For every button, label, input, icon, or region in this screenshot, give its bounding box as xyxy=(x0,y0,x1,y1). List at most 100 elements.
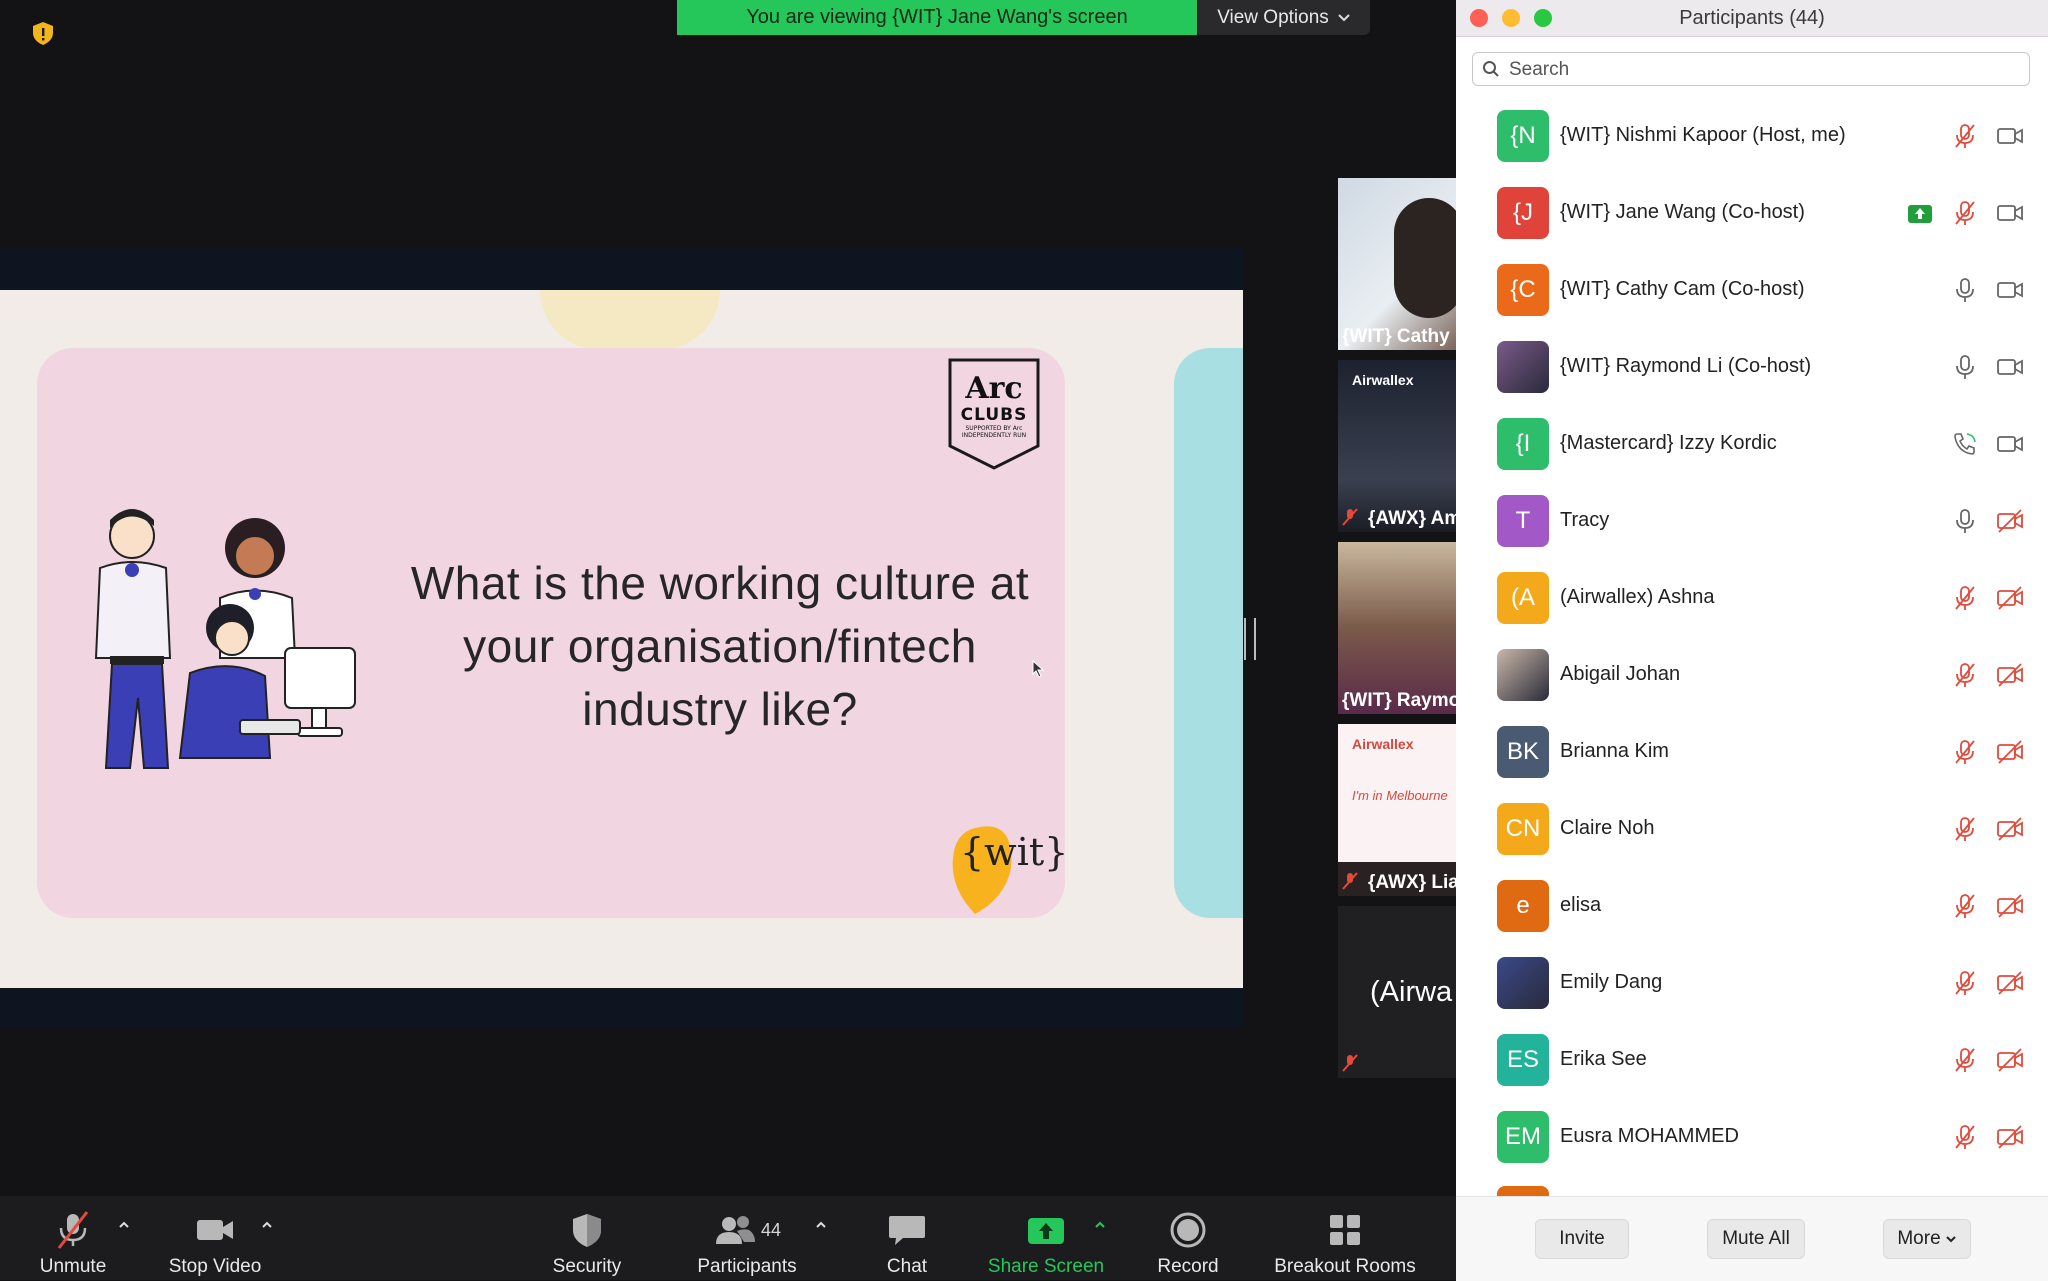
participant-row[interactable]: {C {WIT} Cathy Cam (Co-host) xyxy=(1456,252,2048,329)
microphone-icon[interactable] xyxy=(1951,276,1979,304)
slide-question: What is the working culture at your orga… xyxy=(410,557,1030,735)
participant-row[interactable]: BK Brianna Kim xyxy=(1456,714,2048,791)
mic-muted-icon[interactable] xyxy=(1951,815,1979,843)
mic-muted-icon[interactable] xyxy=(1951,584,1979,612)
participant-row[interactable]: {J {WIT} Jane Wang (Co-host) xyxy=(1456,175,2048,252)
arc-clubs-logo: Arc CLUBS SUPPORTED BY Arc INDEPENDENTLY… xyxy=(948,358,1040,470)
viewing-screen-banner: You are viewing {WIT} Jane Wang's screen xyxy=(677,0,1197,35)
microphone-icon[interactable] xyxy=(1951,353,1979,381)
search-input[interactable] xyxy=(1507,56,2011,84)
participant-row[interactable]: e elisa xyxy=(1456,868,2048,945)
mic-muted-icon xyxy=(1342,508,1358,526)
participants-button[interactable]: 44 Participants xyxy=(690,1196,804,1280)
avatar: {C xyxy=(1497,264,1549,316)
airwallex-logo: Airwallex xyxy=(1352,372,1414,388)
stop-video-button[interactable]: Stop Video xyxy=(160,1196,270,1280)
chevron-down-icon xyxy=(1338,13,1350,21)
participant-row[interactable]: ES Erika See xyxy=(1456,1022,2048,1099)
video-off-icon[interactable] xyxy=(1996,1046,2024,1074)
video-off-icon[interactable] xyxy=(1996,815,2024,843)
participant-name: Emily Dang xyxy=(1560,971,1663,993)
record-button[interactable]: Record xyxy=(1148,1196,1228,1280)
thumbnail-label: {AWX} Am xyxy=(1368,508,1458,529)
video-off-icon[interactable] xyxy=(1996,507,2024,535)
participant-name: Brianna Kim xyxy=(1560,740,1669,762)
participant-name: {WIT} Cathy Cam (Co-host) xyxy=(1560,278,1805,300)
avatar xyxy=(1497,341,1549,393)
video-thumbnail[interactable]: {WIT} Raymo xyxy=(1338,542,1458,714)
participant-row[interactable]: CN Claire Noh xyxy=(1456,791,2048,868)
chevron-up-icon[interactable] xyxy=(814,1218,828,1232)
security-button[interactable]: Security xyxy=(545,1196,629,1280)
participant-row[interactable]: T Tracy xyxy=(1456,483,2048,560)
video-off-icon[interactable] xyxy=(1996,892,2024,920)
avatar xyxy=(1497,957,1549,1009)
chevron-up-icon[interactable] xyxy=(260,1218,274,1232)
splitter-handle[interactable] xyxy=(1244,618,1256,660)
share-screen-label: Share Screen xyxy=(987,1256,1105,1277)
mic-muted-icon[interactable] xyxy=(1951,199,1979,227)
participant-name: Eusra MOHAMMED xyxy=(1560,1125,1739,1147)
unmute-label: Unmute xyxy=(39,1256,107,1277)
shared-slide: What is the working culture at your orga… xyxy=(0,290,1243,988)
chat-button[interactable]: Chat xyxy=(872,1196,942,1280)
view-options-button[interactable]: View Options xyxy=(1198,0,1370,35)
search-box[interactable] xyxy=(1472,52,2030,86)
wit-logo-text: {wit} xyxy=(960,830,1069,874)
participant-row[interactable]: (A (Airwallex) Ashna xyxy=(1456,560,2048,637)
participant-row[interactable]: {I {Mastercard} Izzy Kordic xyxy=(1456,406,2048,483)
mic-muted-icon[interactable] xyxy=(1951,969,1979,997)
participant-row[interactable]: {WIT} Raymond Li (Co-host) xyxy=(1456,329,2048,406)
mic-muted-icon[interactable] xyxy=(1951,738,1979,766)
unmute-button[interactable]: Unmute xyxy=(30,1196,116,1280)
breakout-rooms-button[interactable]: Breakout Rooms xyxy=(1266,1196,1424,1280)
invite-button[interactable]: Invite xyxy=(1535,1219,1629,1259)
video-camera-icon[interactable] xyxy=(1996,353,2024,381)
mute-all-button[interactable]: Mute All xyxy=(1707,1219,1805,1259)
video-thumbnail[interactable]: Airwallex I'm in Melbourne {AWX} Lia xyxy=(1338,724,1458,896)
chat-label: Chat xyxy=(886,1256,928,1277)
chevron-up-icon[interactable] xyxy=(1093,1218,1107,1232)
phone-audio-icon[interactable] xyxy=(1951,430,1979,458)
video-camera-icon[interactable] xyxy=(1996,122,2024,150)
video-thumbnail[interactable]: Airwallex {AWX} Am xyxy=(1338,360,1458,532)
share-screen-button[interactable]: Share Screen xyxy=(980,1196,1112,1280)
record-icon xyxy=(1170,1212,1206,1248)
avatar: CN xyxy=(1497,803,1549,855)
participant-row[interactable]: {N {WIT} Nishmi Kapoor (Host, me) xyxy=(1456,98,2048,175)
people-icon xyxy=(715,1216,755,1244)
participant-name: Claire Noh xyxy=(1560,817,1655,839)
video-off-icon[interactable] xyxy=(1996,584,2024,612)
video-off-icon[interactable] xyxy=(1996,738,2024,766)
video-camera-icon[interactable] xyxy=(1996,430,2024,458)
avatar: {I xyxy=(1497,418,1549,470)
mic-muted-icon[interactable] xyxy=(1951,122,1979,150)
svg-text:Arc: Arc xyxy=(964,371,1022,406)
participants-label: Participants xyxy=(697,1256,797,1277)
mic-muted-icon[interactable] xyxy=(1951,1123,1979,1151)
video-thumbnail[interactable]: (Airwa xyxy=(1338,906,1458,1078)
mic-muted-icon[interactable] xyxy=(1951,661,1979,689)
screen-sharing-icon xyxy=(1908,205,1932,223)
video-thumbnail[interactable]: {WIT} Cathy xyxy=(1338,178,1458,350)
mic-muted-icon[interactable] xyxy=(1951,1046,1979,1074)
chevron-up-icon[interactable] xyxy=(117,1218,131,1232)
breakout-rooms-label: Breakout Rooms xyxy=(1274,1256,1416,1277)
avatar: ES xyxy=(1497,1034,1549,1086)
more-button[interactable]: More xyxy=(1883,1219,1971,1259)
participants-count: 44 xyxy=(760,1219,782,1240)
participant-row[interactable]: Emily Dang xyxy=(1456,945,2048,1022)
security-shield-icon[interactable] xyxy=(30,20,56,46)
microphone-icon[interactable] xyxy=(1951,507,1979,535)
slide-next-card xyxy=(1174,348,1243,918)
thumbnail-slide-text: I'm in Melbourne xyxy=(1352,788,1448,803)
video-off-icon[interactable] xyxy=(1996,661,2024,689)
video-camera-icon[interactable] xyxy=(1996,199,2024,227)
participant-row[interactable]: EM Eusra MOHAMMED xyxy=(1456,1099,2048,1176)
video-camera-icon[interactable] xyxy=(1996,276,2024,304)
video-off-icon[interactable] xyxy=(1996,969,2024,997)
mic-muted-icon xyxy=(1342,872,1358,890)
participant-row[interactable]: Abigail Johan xyxy=(1456,637,2048,714)
video-off-icon[interactable] xyxy=(1996,1123,2024,1151)
mic-muted-icon[interactable] xyxy=(1951,892,1979,920)
